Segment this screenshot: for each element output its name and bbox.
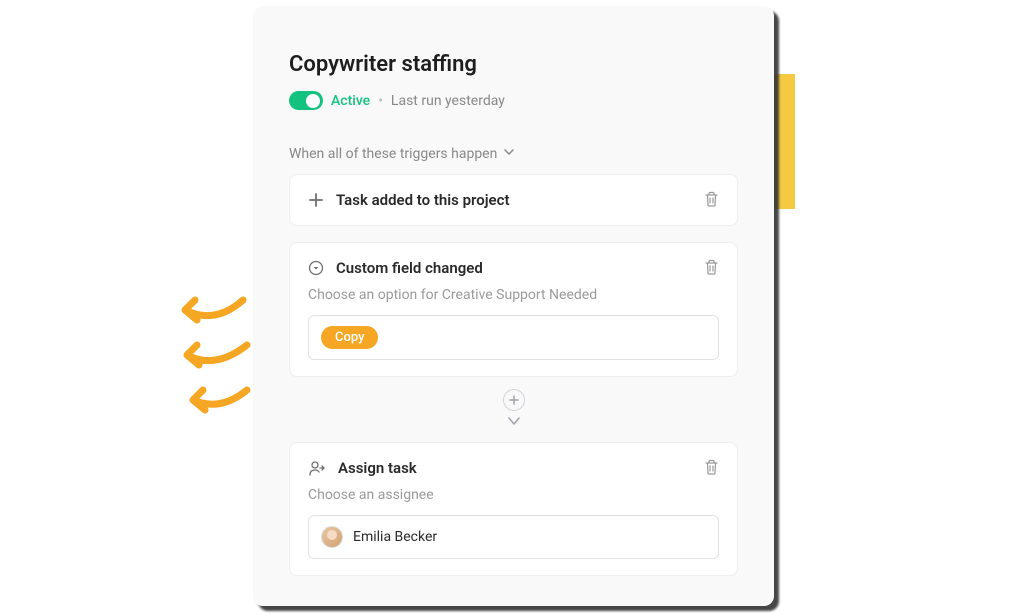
arrow-down-icon <box>507 411 521 430</box>
chevron-down-icon <box>503 146 515 162</box>
decorative-arrows <box>165 290 265 429</box>
circle-caret-down-icon <box>308 260 324 276</box>
separator-dot: • <box>378 93 383 109</box>
assignee-select[interactable]: Emilia Becker <box>308 515 719 559</box>
add-step-button[interactable] <box>503 389 525 411</box>
action-card-assign: Assign task Choose an assignee Emilia Be… <box>289 442 738 576</box>
option-chip[interactable]: Copy <box>321 326 378 349</box>
delete-trigger-button[interactable] <box>704 191 719 211</box>
trigger-title: Custom field changed <box>336 259 483 277</box>
trigger-card-task-added[interactable]: Task added to this project <box>289 174 738 226</box>
trigger-card-custom-field: Custom field changed Choose an option fo… <box>289 242 738 377</box>
trigger-description: Choose an option for Creative Support Ne… <box>308 287 719 303</box>
status-row: Active • Last run yesterday <box>289 91 738 110</box>
assignee-avatar <box>321 526 343 548</box>
trigger-title: Task added to this project <box>336 191 510 209</box>
automation-panel: Copywriter staffing Active • Last run ye… <box>253 6 774 606</box>
flow-connector <box>289 389 738 430</box>
custom-field-select[interactable]: Copy <box>308 315 719 360</box>
active-label: Active <box>331 93 370 109</box>
automation-panel-wrapper: Copywriter staffing Active • Last run ye… <box>253 6 774 606</box>
page-title: Copywriter staffing <box>289 52 738 77</box>
delete-action-button[interactable] <box>704 459 719 479</box>
active-toggle[interactable] <box>289 91 323 110</box>
person-arrow-icon <box>308 460 326 476</box>
triggers-subheading[interactable]: When all of these triggers happen <box>289 146 738 162</box>
delete-trigger-button[interactable] <box>704 259 719 279</box>
plus-icon <box>308 192 324 208</box>
last-run-text: Last run yesterday <box>391 93 505 109</box>
action-title: Assign task <box>338 459 417 477</box>
assignee-name: Emilia Becker <box>353 529 437 545</box>
action-description: Choose an assignee <box>308 487 719 503</box>
